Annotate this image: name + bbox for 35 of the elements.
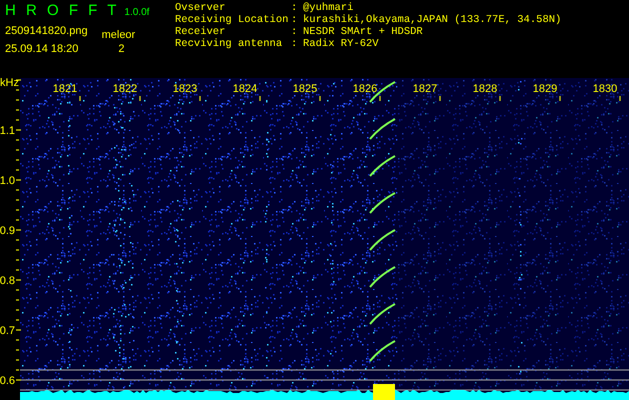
version-label: 1.0.0f bbox=[124, 7, 150, 18]
time-label: 1822 bbox=[112, 83, 138, 95]
time-label: 1829 bbox=[532, 83, 558, 95]
filename-label: 2509141820.png bbox=[5, 25, 88, 37]
time-label: 1825 bbox=[292, 83, 318, 95]
frequency-label: 1.0 bbox=[0, 175, 15, 187]
info-value: Radix RY-62V bbox=[303, 38, 379, 50]
colon-separator: : bbox=[291, 38, 298, 50]
info-label: Recviving antenna bbox=[175, 38, 284, 50]
meteor-count: 2 bbox=[118, 43, 125, 55]
datetime-label: 25.09.14 18:20 bbox=[5, 43, 78, 55]
info-label: Ovserver bbox=[175, 2, 226, 14]
colon-separator: : bbox=[291, 14, 298, 26]
frequency-label: 0.7 bbox=[0, 325, 15, 337]
time-label: 1827 bbox=[412, 83, 438, 95]
info-value: @yuhmari bbox=[303, 2, 354, 14]
unit-label: kHz bbox=[0, 78, 19, 89]
info-label: Receiver bbox=[175, 26, 226, 38]
frequency-label: 1.1 bbox=[0, 125, 15, 137]
frequency-label: 0.8 bbox=[0, 275, 15, 287]
info-value: NESDR SMArt + HDSDR bbox=[303, 26, 423, 38]
colon-separator: : bbox=[291, 2, 298, 14]
time-label: 1830 bbox=[592, 83, 618, 95]
info-label: Receiving Location bbox=[175, 14, 290, 26]
time-label: 1826 bbox=[352, 83, 378, 95]
colon-separator: : bbox=[291, 26, 298, 38]
time-label: 1828 bbox=[472, 83, 498, 95]
time-label: 1823 bbox=[172, 83, 198, 95]
frequency-label: 0.9 bbox=[0, 225, 15, 237]
meteor-label: meleor bbox=[102, 28, 136, 41]
time-label: 1821 bbox=[52, 83, 78, 95]
frequency-label: 0.6 bbox=[0, 375, 15, 387]
app-title: H R O F F T bbox=[5, 2, 116, 19]
time-label: 1824 bbox=[232, 83, 258, 95]
info-value: kurashiki,Okayama,JAPAN (133.77E, 34.58N) bbox=[303, 14, 562, 26]
